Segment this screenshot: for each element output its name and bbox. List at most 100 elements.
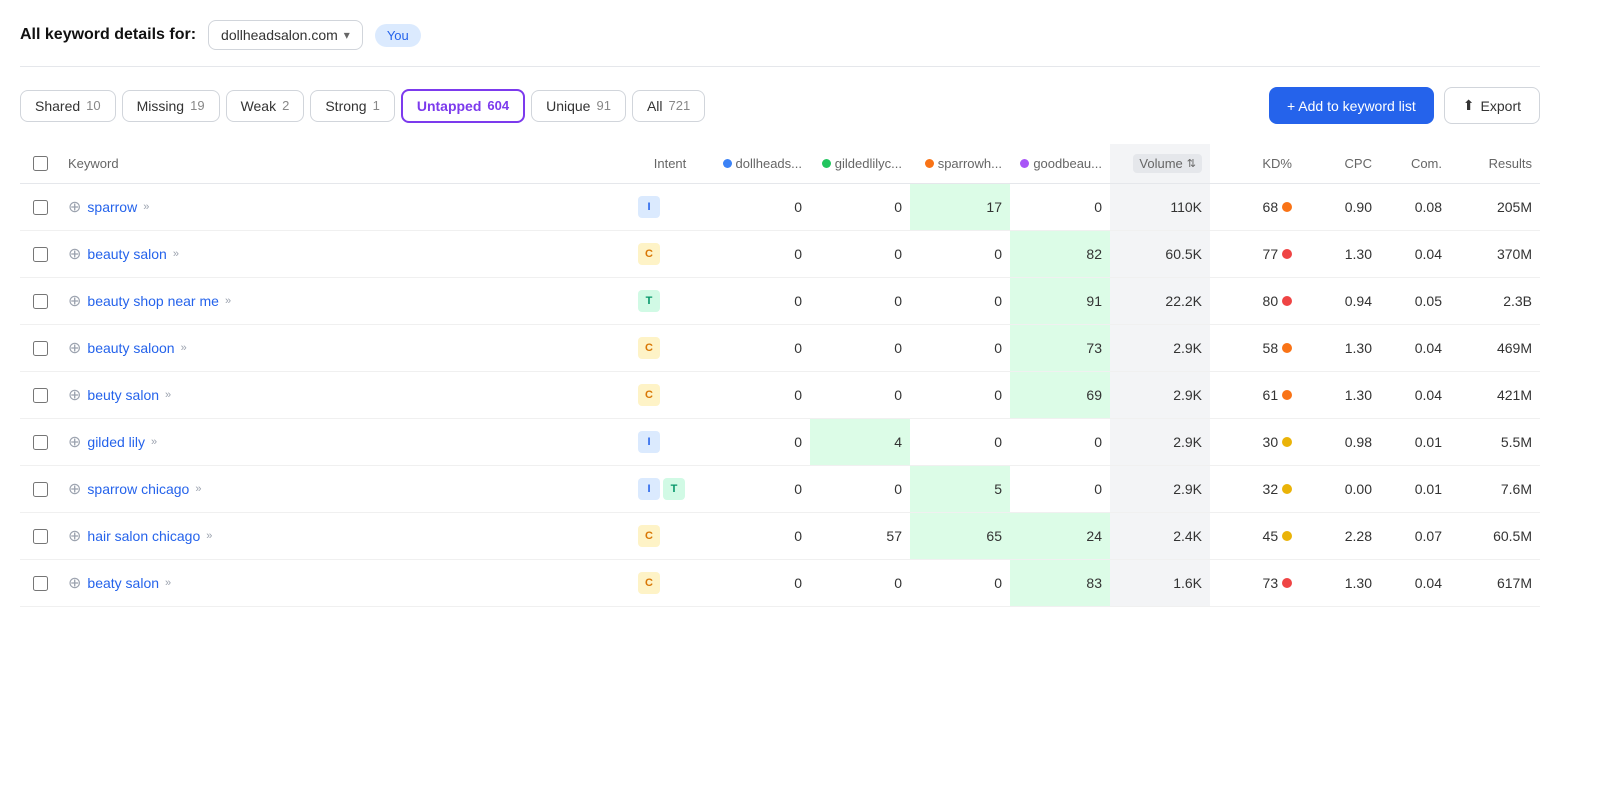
tab-all[interactable]: All 721: [632, 90, 705, 122]
tab-untapped[interactable]: Untapped 604: [401, 89, 525, 123]
export-button[interactable]: ⬆ Export: [1444, 87, 1540, 124]
kd-cell: 30: [1210, 419, 1300, 466]
tab-weak[interactable]: Weak 2: [226, 90, 305, 122]
volume-column-header[interactable]: Volume ⇅: [1110, 144, 1210, 184]
keyword-cell: ⊕ beauty shop near me »: [60, 278, 630, 325]
domain3-cell: 17: [910, 184, 1010, 231]
keyword-link[interactable]: ⊕ beauty salon »: [68, 244, 622, 264]
select-all-checkbox[interactable]: [33, 156, 48, 171]
volume-cell: 110K: [1110, 184, 1210, 231]
keyword-link[interactable]: ⊕ beauty saloon »: [68, 338, 622, 358]
kd-dot: [1282, 202, 1292, 212]
domain2-cell: 0: [810, 466, 910, 513]
row-checkbox[interactable]: [33, 247, 48, 262]
domain4-cell: 24: [1010, 513, 1110, 560]
add-keyword-icon: ⊕: [68, 338, 81, 358]
intent-badge: I: [638, 196, 660, 218]
tab-missing[interactable]: Missing 19: [122, 90, 220, 122]
results-cell: 370M: [1450, 231, 1540, 278]
domain4-cell: 83: [1010, 560, 1110, 607]
com-cell: 0.01: [1380, 466, 1450, 513]
domain1-column-header: dollheads...: [710, 144, 810, 184]
intent-cell: C: [630, 231, 710, 278]
keyword-cell: ⊕ sparrow chicago »: [60, 466, 630, 513]
table-wrapper: Keyword Intent dollheads... gildedlilyc.…: [20, 144, 1540, 607]
kd-cell: 32: [1210, 466, 1300, 513]
row-checkbox[interactable]: [33, 341, 48, 356]
domain3-column-header: sparrowh...: [910, 144, 1010, 184]
domain-selector[interactable]: dollheadsalon.com ▾: [208, 20, 363, 50]
row-checkbox-cell: [20, 278, 60, 325]
keyword-text: gilded lily: [87, 434, 145, 450]
table-row: ⊕ beaty salon » C 0 0 0 83 1.6K 73 1.30 …: [20, 560, 1540, 607]
results-cell: 421M: [1450, 372, 1540, 419]
keyword-text: beuty salon: [87, 387, 159, 403]
keyword-cell: ⊕ gilded lily »: [60, 419, 630, 466]
com-column-header: Com.: [1380, 144, 1450, 184]
keyword-link[interactable]: ⊕ beaty salon »: [68, 573, 622, 593]
keyword-link[interactable]: ⊕ gilded lily »: [68, 432, 622, 452]
tab-unique[interactable]: Unique 91: [531, 90, 626, 122]
domain2-cell: 57: [810, 513, 910, 560]
row-checkbox[interactable]: [33, 388, 48, 403]
keyword-link[interactable]: ⊕ sparrow »: [68, 197, 622, 217]
table-row: ⊕ beauty saloon » C 0 0 0 73 2.9K 58 1.3…: [20, 325, 1540, 372]
domain2-dot: [822, 159, 831, 168]
row-checkbox-cell: [20, 466, 60, 513]
select-all-header: [20, 144, 60, 184]
row-checkbox[interactable]: [33, 529, 48, 544]
com-cell: 0.01: [1380, 419, 1450, 466]
add-keyword-icon: ⊕: [68, 573, 81, 593]
intent-badge: C: [638, 572, 660, 594]
keyword-cell: ⊕ beaty salon »: [60, 560, 630, 607]
domain1-cell: 0: [710, 419, 810, 466]
row-checkbox[interactable]: [33, 482, 48, 497]
tab-actions: + Add to keyword list ⬆ Export: [1269, 87, 1540, 124]
domain1-cell: 0: [710, 184, 810, 231]
domain3-cell: 0: [910, 419, 1010, 466]
row-checkbox[interactable]: [33, 576, 48, 591]
kd-cell: 73: [1210, 560, 1300, 607]
table-body: ⊕ sparrow » I 0 0 17 0 110K 68 0.90 0.08…: [20, 184, 1540, 607]
keyword-link[interactable]: ⊕ beuty salon »: [68, 385, 622, 405]
row-checkbox[interactable]: [33, 200, 48, 215]
keyword-link[interactable]: ⊕ beauty shop near me »: [68, 291, 622, 311]
com-cell: 0.08: [1380, 184, 1450, 231]
keyword-cell: ⊕ hair salon chicago »: [60, 513, 630, 560]
add-keyword-icon: ⊕: [68, 526, 81, 546]
row-checkbox[interactable]: [33, 435, 48, 450]
table-row: ⊕ beuty salon » C 0 0 0 69 2.9K 61 1.30 …: [20, 372, 1540, 419]
cpc-cell: 0.90: [1300, 184, 1380, 231]
table-row: ⊕ sparrow » I 0 0 17 0 110K 68 0.90 0.08…: [20, 184, 1540, 231]
kd-dot: [1282, 531, 1292, 541]
intent-cell: I: [630, 184, 710, 231]
tab-shared[interactable]: Shared 10: [20, 90, 116, 122]
table-row: ⊕ beauty salon » C 0 0 0 82 60.5K 77 1.3…: [20, 231, 1540, 278]
table-row: ⊕ gilded lily » I 0 4 0 0 2.9K 30 0.98 0…: [20, 419, 1540, 466]
kd-column-header: KD%: [1210, 144, 1300, 184]
domain4-cell: 69: [1010, 372, 1110, 419]
domain1-cell: 0: [710, 372, 810, 419]
cpc-cell: 0.94: [1300, 278, 1380, 325]
com-cell: 0.05: [1380, 278, 1450, 325]
keyword-text: sparrow: [87, 199, 137, 215]
keyword-cell: ⊕ beauty salon »: [60, 231, 630, 278]
intent-cell: I: [630, 419, 710, 466]
keyword-link[interactable]: ⊕ sparrow chicago »: [68, 479, 622, 499]
table-header-row: Keyword Intent dollheads... gildedlilyc.…: [20, 144, 1540, 184]
domain2-column-header: gildedlilyc...: [810, 144, 910, 184]
row-checkbox[interactable]: [33, 294, 48, 309]
chevron-right-icon: »: [143, 201, 149, 213]
add-keyword-icon: ⊕: [68, 385, 81, 405]
tab-strong[interactable]: Strong 1: [310, 90, 394, 122]
keyword-text: hair salon chicago: [87, 528, 200, 544]
add-to-keyword-list-button[interactable]: + Add to keyword list: [1269, 87, 1434, 124]
domain4-column-header: goodbeau...: [1010, 144, 1110, 184]
volume-cell: 2.4K: [1110, 513, 1210, 560]
com-cell: 0.07: [1380, 513, 1450, 560]
header: All keyword details for: dollheadsalon.c…: [20, 20, 1540, 67]
intent-cell: C: [630, 325, 710, 372]
kd-dot: [1282, 578, 1292, 588]
add-keyword-icon: ⊕: [68, 197, 81, 217]
keyword-link[interactable]: ⊕ hair salon chicago »: [68, 526, 622, 546]
